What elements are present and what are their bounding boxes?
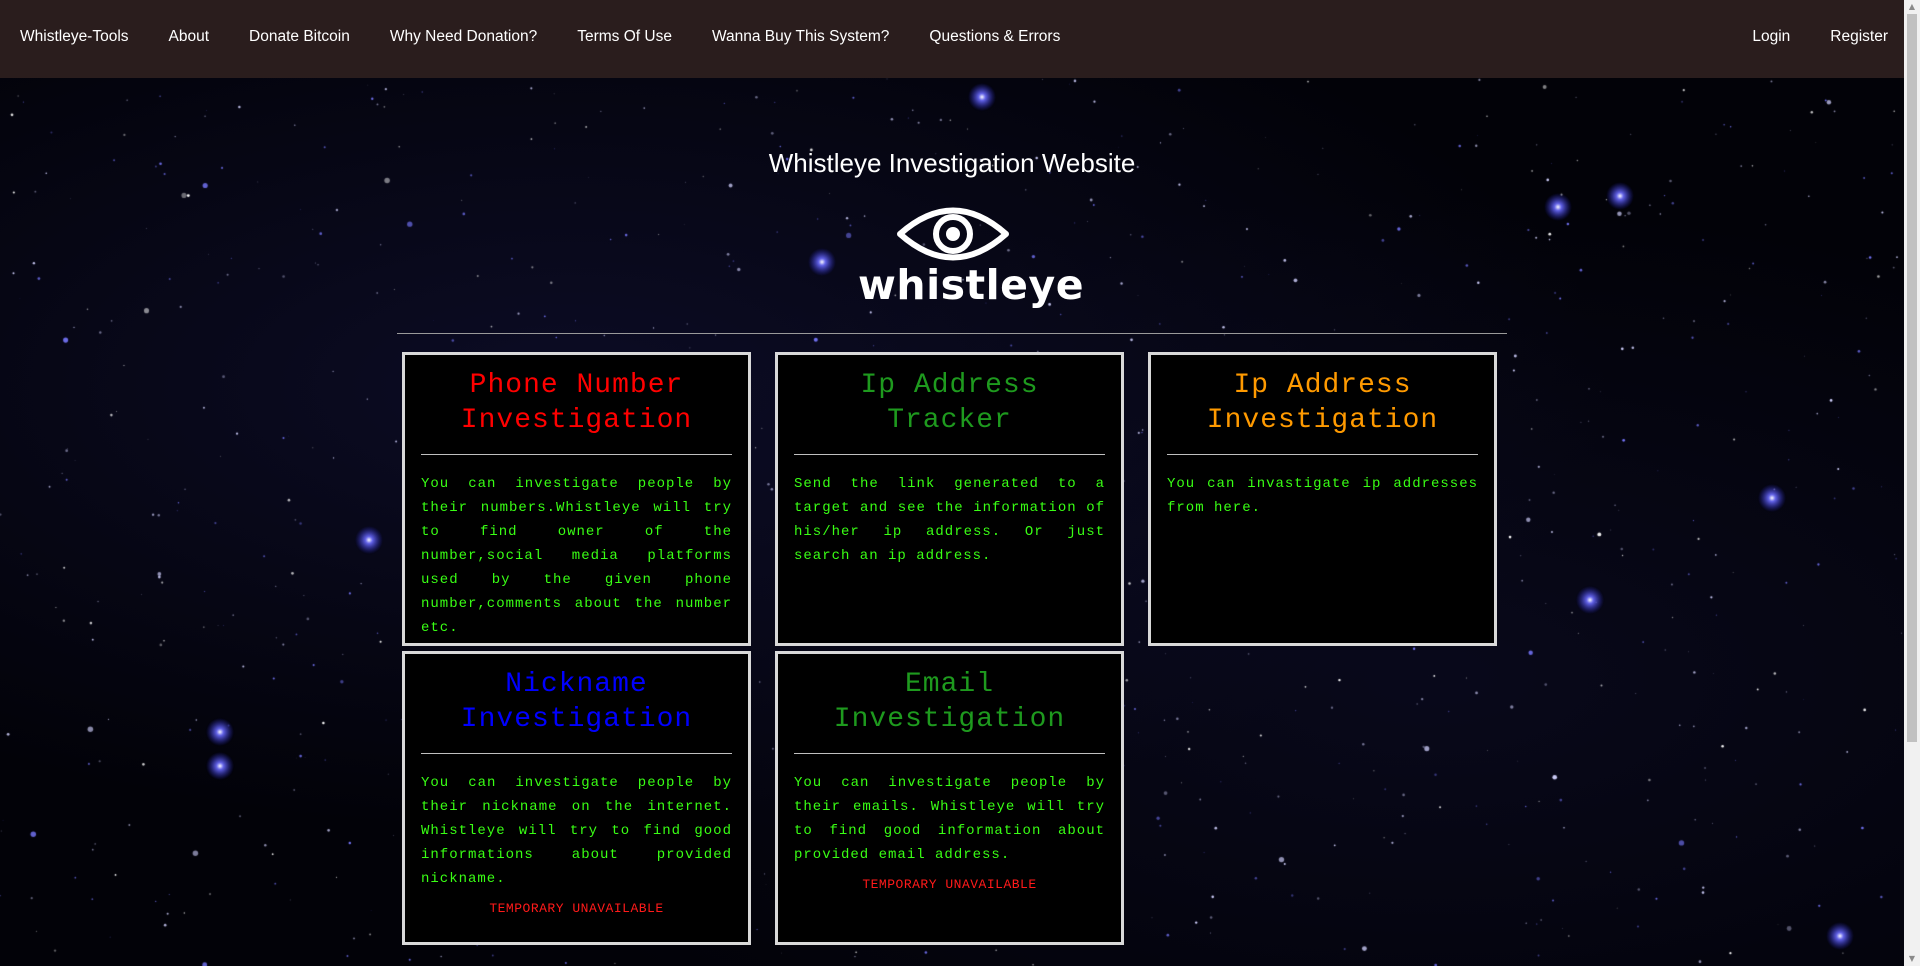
nav-terms-of-use-link[interactable]: Terms Of Use	[577, 28, 672, 46]
nav-questions-errors-link[interactable]: Questions & Errors	[929, 28, 1060, 46]
header-divider	[397, 333, 1507, 334]
nav-brand-link[interactable]: Whistleye-Tools	[20, 28, 129, 46]
logo-wordmark: whistleye	[858, 261, 1085, 309]
nav-buy-system-link[interactable]: Wanna Buy This System?	[712, 28, 889, 46]
scroll-up-arrow-icon[interactable]: ▲	[1904, 0, 1920, 14]
unavailable-status: TEMPORARY UNAVAILABLE	[862, 877, 1037, 892]
card-divider	[421, 753, 732, 754]
card-description: Send the link generated to a target and …	[794, 476, 1105, 564]
nav-left-group: Whistleye-Tools About Donate Bitcoin Why…	[20, 0, 1100, 74]
nav-login-link[interactable]: Login	[1752, 28, 1790, 46]
ip-address-investigation-card[interactable]: Ip Address Investigation You can invasti…	[1148, 352, 1497, 646]
email-investigation-card[interactable]: Email Investigation You can investigate …	[775, 651, 1124, 945]
unavailable-status: TEMPORARY UNAVAILABLE	[489, 901, 664, 916]
card-divider	[1167, 454, 1478, 455]
card-title: Ip Address Tracker	[860, 370, 1039, 436]
card-description: You can investigate people by their emai…	[794, 775, 1105, 863]
card-description: You can invastigate ip addresses from he…	[1167, 476, 1478, 516]
eye-icon	[897, 207, 1009, 261]
nav-why-need-donation-link[interactable]: Why Need Donation?	[390, 28, 537, 46]
card-title: Ip Address Investigation	[1206, 370, 1439, 436]
card-title: Email Investigation	[833, 669, 1066, 735]
page-title: Whistleye Investigation Website	[768, 148, 1136, 178]
card-description: You can investigate people by their nick…	[421, 775, 732, 887]
phone-number-investigation-card[interactable]: Phone Number Investigation You can inves…	[402, 352, 751, 646]
top-navbar: Whistleye-Tools About Donate Bitcoin Why…	[0, 0, 1904, 78]
nav-right-group: Login Register	[1712, 0, 1888, 74]
scrollbar-thumb[interactable]	[1907, 14, 1917, 742]
nickname-investigation-card[interactable]: Nickname Investigation You can investiga…	[402, 651, 751, 945]
card-description: You can investigate people by their numb…	[421, 476, 732, 636]
card-title: Nickname Investigation	[460, 669, 693, 735]
page: Whistleye-Tools About Donate Bitcoin Why…	[0, 0, 1904, 966]
nav-register-link[interactable]: Register	[1830, 28, 1888, 46]
card-divider	[794, 753, 1105, 754]
card-divider	[794, 454, 1105, 455]
nav-donate-bitcoin-link[interactable]: Donate Bitcoin	[249, 28, 350, 46]
ip-address-tracker-card[interactable]: Ip Address Tracker Send the link generat…	[775, 352, 1124, 646]
whistleye-logo: whistleye	[858, 203, 1085, 313]
vertical-scrollbar[interactable]: ▲ ▼	[1904, 0, 1920, 966]
nav-about-link[interactable]: About	[169, 28, 210, 46]
card-divider	[421, 454, 732, 455]
card-title: Phone Number Investigation	[460, 370, 693, 436]
scroll-down-arrow-icon[interactable]: ▼	[1904, 952, 1920, 966]
